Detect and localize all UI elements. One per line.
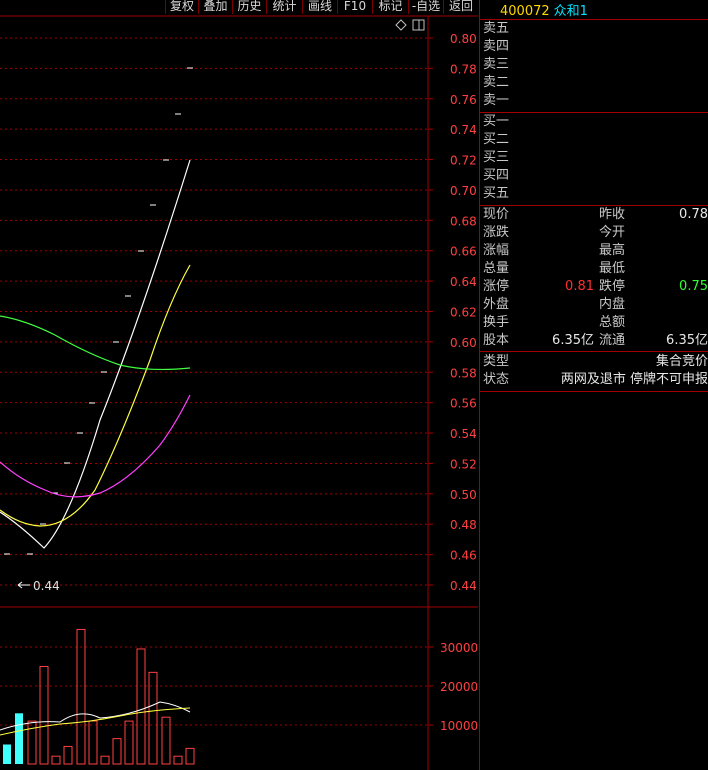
volume-bar [15, 713, 23, 764]
volume-tick-label: 10000 [440, 719, 478, 733]
volume-bar [161, 716, 171, 765]
buy-2: 买二 [483, 132, 510, 147]
kline-chart[interactable]: 0.80 0.78 0.76 0.74 0.72 0.70 0.68 0.66 0.64 0.62… [0, 0, 478, 770]
buy-3: 买三 [483, 150, 510, 165]
price-tick-label: 0.58 [450, 366, 477, 380]
price-tick-label: 0.74 [450, 123, 477, 137]
volume-tick-label: 20000 [440, 680, 478, 694]
prev-close-value: 0.78 [679, 207, 708, 222]
volume-bar [88, 720, 98, 765]
capital-value: 6.35亿 [552, 333, 594, 348]
limit-up-label: 涨停 [483, 279, 510, 294]
toolbar: 复权 叠加 历史 统计 画线 F10 标记 -自选 返回 [0, 0, 478, 14]
low-label: 最低 [599, 261, 626, 276]
turnover-label: 换手 [483, 315, 510, 330]
buy-1: 买一 [483, 114, 510, 129]
price-tick-label: 0.70 [450, 184, 477, 198]
price-tick-label: 0.62 [450, 306, 477, 320]
high-label: 最高 [599, 243, 626, 258]
float-value: 6.35亿 [666, 333, 708, 348]
volume-label: 总量 [483, 261, 510, 276]
sell-2: 卖二 [483, 75, 510, 90]
toolbar-button-7[interactable]: -自选 [408, 0, 443, 14]
toolbar-button-4[interactable]: 画线 [302, 0, 337, 14]
price-tick-label: 0.48 [450, 518, 477, 532]
volume-bar [63, 745, 73, 765]
toolbar-button-2[interactable]: 历史 [232, 0, 266, 14]
stock-code: 400072 [500, 4, 550, 19]
volume-bar [100, 755, 110, 765]
divider [480, 112, 708, 113]
limit-down-label: 跌停 [599, 279, 626, 294]
ma-line-green [0, 315, 191, 371]
ma-line-yellow [0, 264, 191, 527]
toolbar-button-1[interactable]: 叠加 [198, 0, 232, 14]
divider [480, 391, 708, 392]
amount-label: 总额 [599, 315, 626, 330]
type-value: 集合竞价 [655, 354, 708, 369]
price-tick-label: 0.68 [450, 214, 477, 228]
volume-bar [185, 747, 195, 765]
toolbar-button-5[interactable]: F10 [337, 0, 372, 14]
toolbar-button-3[interactable]: 统计 [266, 0, 302, 14]
current-label: 现价 [483, 207, 510, 222]
price-tick-label: 0.50 [450, 488, 477, 502]
sell-4: 卖四 [483, 39, 510, 54]
window-icon[interactable] [412, 19, 425, 31]
buy-4: 买四 [483, 168, 510, 183]
toolbar-button-6[interactable]: 标记 [372, 0, 408, 14]
low-marker-label: 0.44 [33, 579, 60, 593]
price-tick-label: 0.64 [450, 275, 477, 289]
prev-close-label: 昨收 [599, 207, 626, 222]
divider [480, 19, 708, 20]
outer-label: 外盘 [483, 297, 510, 312]
state-label: 状态 [483, 372, 510, 387]
price-tick-label: 0.76 [450, 93, 477, 107]
volume-bar [112, 738, 122, 765]
state-value: 两网及退市 停牌不可申报 [560, 372, 708, 387]
change-label: 涨跌 [483, 225, 510, 240]
limit-down-value: 0.75 [679, 279, 708, 294]
sell-5: 卖五 [483, 21, 510, 36]
float-label: 流通 [599, 333, 626, 348]
stock-header: 400072 众和1 [500, 0, 588, 19]
price-tick-label: 0.66 [450, 245, 477, 259]
volume-bar [124, 720, 134, 765]
divider [480, 351, 708, 352]
volume-bar [3, 744, 11, 764]
price-tick-label: 0.52 [450, 457, 477, 471]
type-label: 类型 [483, 354, 510, 369]
ma-line-magenta [0, 394, 191, 498]
diamond-icon[interactable] [395, 19, 407, 31]
price-tick-label: 0.78 [450, 62, 477, 76]
volume-bar [51, 755, 61, 765]
volume-bar [136, 648, 146, 765]
volume-bar [76, 628, 86, 765]
limit-up-value: 0.81 [565, 279, 594, 294]
volume-tick-label: 30000 [440, 641, 478, 655]
price-tick-label: 0.80 [450, 32, 477, 46]
price-tick-label: 0.44 [450, 579, 477, 593]
volume-bar [173, 755, 183, 765]
change-pct-label: 涨幅 [483, 243, 510, 258]
sell-3: 卖三 [483, 57, 510, 72]
volume-bar [39, 666, 49, 765]
price-tick-label: 0.60 [450, 336, 477, 350]
toolbar-button-0[interactable]: 复权 [165, 0, 198, 14]
price-tick-label: 0.72 [450, 154, 477, 168]
buy-5: 买五 [483, 186, 510, 201]
price-tick-label: 0.46 [450, 549, 477, 563]
sell-1: 卖一 [483, 93, 510, 108]
price-tick-label: 0.56 [450, 397, 477, 411]
toolbar-button-8[interactable]: 返回 [443, 0, 478, 14]
stock-name: 众和1 [553, 4, 588, 19]
quote-panel: 400072 众和1 卖五 卖四 卖三 卖二 卖一 买一 买二 买三 买四 买五 … [479, 0, 708, 770]
open-label: 今开 [599, 225, 626, 240]
inner-label: 内盘 [599, 297, 626, 312]
capital-label: 股本 [483, 333, 510, 348]
price-tick-label: 0.54 [450, 427, 477, 441]
